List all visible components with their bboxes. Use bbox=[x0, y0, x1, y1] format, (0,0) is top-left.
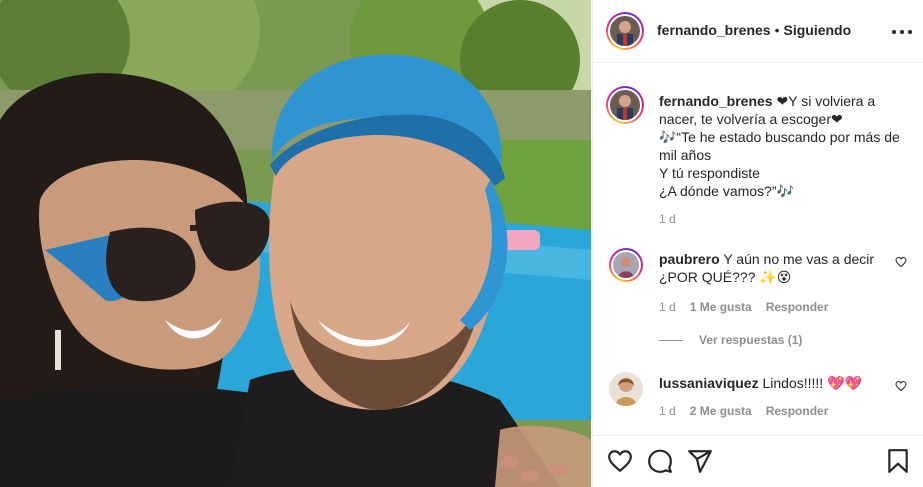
post-action-bar bbox=[593, 435, 923, 487]
following-button[interactable]: Siguiendo bbox=[784, 22, 852, 38]
reply-button[interactable]: Responder bbox=[766, 404, 829, 418]
like-heart-icon[interactable] bbox=[607, 448, 633, 474]
caption-username-link[interactable]: fernando_brenes bbox=[659, 93, 773, 109]
commenter-username-link[interactable]: lussaniaviquez bbox=[659, 375, 759, 391]
separator-dot: • bbox=[774, 22, 780, 38]
comment-item: lussaniaviquez Lindos!!!!! 💖💖 1 d 2 Me gu… bbox=[609, 372, 909, 422]
comment-likes-count[interactable]: 2 Me gusta bbox=[690, 404, 752, 418]
replies-divider-line bbox=[659, 339, 683, 341]
comment-icon[interactable] bbox=[647, 448, 673, 474]
post-header: fernando_brenes • Siguiendo bbox=[593, 0, 923, 63]
reply-button[interactable]: Responder bbox=[766, 300, 829, 314]
selfie-image bbox=[0, 0, 591, 487]
caption-timestamp[interactable]: 1 d bbox=[659, 212, 676, 226]
comment-meta: 1 d 1 Me gusta Responder bbox=[659, 300, 828, 314]
post-caption: fernando_brenes ❤Y si volviera a nacer, … bbox=[659, 92, 907, 200]
post-side-panel: fernando_brenes • Siguiendo fernando_brene… bbox=[592, 0, 923, 487]
comment-like-heart-icon[interactable] bbox=[895, 256, 907, 268]
author-avatar[interactable] bbox=[606, 12, 644, 50]
more-options-icon[interactable] bbox=[892, 22, 912, 42]
comment-meta: 1 d 2 Me gusta Responder bbox=[659, 404, 828, 418]
save-bookmark-icon[interactable] bbox=[885, 448, 911, 474]
share-icon[interactable] bbox=[687, 448, 713, 474]
comment-text: lussaniaviquez Lindos!!!!! 💖💖 bbox=[659, 374, 887, 392]
header-text: fernando_brenes • Siguiendo bbox=[657, 22, 851, 38]
comment-time[interactable]: 1 d bbox=[659, 300, 676, 314]
comment-text: paubrero Y aún no me vas a decir ¿POR QU… bbox=[659, 250, 887, 286]
comment-item: paubrero Y aún no me vas a decir ¿POR QU… bbox=[609, 248, 909, 318]
commenter-username-link[interactable]: paubrero bbox=[659, 251, 720, 267]
post-photo[interactable] bbox=[0, 0, 591, 487]
caption-line-4: ¿A dónde vamos?”🎶 bbox=[659, 183, 794, 199]
comment-likes-count[interactable]: 1 Me gusta bbox=[690, 300, 752, 314]
comment-like-heart-icon[interactable] bbox=[895, 380, 907, 392]
author-username-link[interactable]: fernando_brenes bbox=[657, 22, 771, 38]
view-replies-label: Ver respuestas (1) bbox=[699, 333, 803, 347]
commenter-avatar[interactable] bbox=[609, 372, 643, 406]
caption-line-3: Y tú respondiste bbox=[659, 165, 760, 181]
caption-line-2: 🎶“Te he estado buscando por más de mil a… bbox=[659, 129, 900, 163]
comment-body: Lindos!!!!! 💖💖 bbox=[762, 375, 862, 391]
view-replies-button[interactable]: Ver respuestas (1) bbox=[659, 333, 802, 347]
caption-author-avatar[interactable] bbox=[606, 86, 644, 124]
comment-time[interactable]: 1 d bbox=[659, 404, 676, 418]
commenter-avatar[interactable] bbox=[609, 248, 643, 282]
